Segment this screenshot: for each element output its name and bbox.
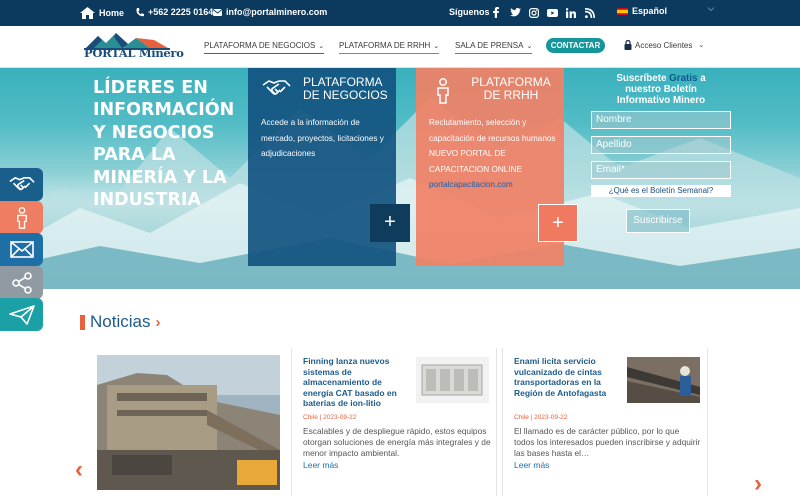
business-platform-card[interactable]: PLATAFORMA DE NEGOCIOS Accede a la infor… — [248, 68, 410, 266]
twitter-icon[interactable] — [510, 8, 521, 17]
new-portal-text: NUEVO PORTAL DE CAPACITACION ONLINE — [429, 149, 522, 174]
carousel-prev-arrow[interactable]: ‹ — [75, 456, 83, 484]
hr-platform-card[interactable]: PLATAFORMA DE RRHH Reclutamiento, selecc… — [416, 68, 578, 266]
top-bar: Home +562 2225 0164 info@portalminero.co… — [0, 0, 800, 26]
person-icon — [16, 206, 27, 229]
card-title: PLATAFORMA DE RRHH — [471, 75, 551, 102]
paper-plane-icon — [8, 304, 35, 325]
side-tab-share[interactable] — [0, 266, 43, 299]
follow-label: Síguenos — [449, 7, 490, 17]
hero-banner: LÍDERES EN INFORMACIÓN Y NEGOCIOS PARA L… — [0, 68, 800, 289]
news-excerpt: Escalables y de despliegue rápido, estos… — [303, 426, 491, 458]
news-excerpt: El llamado es de carácter público, por l… — [514, 426, 701, 458]
envelope-icon — [213, 8, 222, 16]
news-thumbnail[interactable] — [627, 357, 700, 403]
youtube-icon[interactable] — [547, 9, 558, 17]
nav-plataforma-negocios[interactable]: PLATAFORMA DE NEGOCIOS ⌄ — [204, 41, 325, 54]
newsletter-title: Suscríbete Gratis a nuestro Boletín Info… — [616, 73, 706, 106]
language-selector[interactable]: Español — [617, 6, 667, 16]
handshake-icon — [262, 80, 291, 95]
logo-text: PORTAL Minero — [84, 46, 184, 60]
email-input[interactable]: Email* — [591, 161, 731, 179]
section-accent-bar — [80, 314, 85, 330]
side-tab-rrhh[interactable] — [0, 201, 43, 234]
featured-news-image[interactable] — [97, 355, 280, 490]
home-icon — [80, 7, 95, 19]
handshake-icon — [8, 176, 35, 190]
nav-plataforma-rrhh[interactable]: PLATAFORMA DE RRHH ⌄ — [339, 41, 440, 54]
nav-sala-prensa[interactable]: SALA DE PRENSA ⌄ — [455, 41, 533, 54]
carousel-next-arrow[interactable]: › — [754, 470, 762, 496]
news-card[interactable]: Finning lanza nuevos sistemas de almacen… — [291, 348, 497, 496]
home-label: Home — [99, 8, 125, 18]
language-label: Español — [632, 6, 668, 16]
side-tab-send[interactable] — [0, 298, 43, 331]
nav-label: PLATAFORMA DE NEGOCIOS — [204, 41, 316, 50]
chevron-down-icon: ⌄ — [526, 43, 533, 50]
surname-input[interactable]: Apellido — [591, 136, 731, 154]
expand-plus-button[interactable]: + — [538, 204, 578, 242]
chevron-down-icon[interactable] — [707, 6, 715, 12]
portal-minero-logo[interactable]: PORTAL Minero — [84, 32, 184, 64]
name-input[interactable]: Nombre — [591, 111, 731, 129]
phone-icon — [136, 7, 144, 16]
read-more-link[interactable]: Leer más — [514, 460, 549, 470]
read-more-link[interactable]: Leer más — [303, 460, 338, 470]
email-address: info@portalminero.com — [226, 7, 328, 17]
card-description: Accede a la información de mercado, proy… — [261, 118, 384, 158]
expand-plus-button[interactable]: + — [370, 204, 410, 242]
site-header: PORTAL Minero PLATAFORMA DE NEGOCIOS ⌄ PL… — [0, 26, 800, 68]
share-icon — [11, 271, 32, 294]
news-thumbnail[interactable] — [416, 357, 489, 403]
phone-number: +562 2225 0164 — [148, 7, 214, 17]
client-access-link[interactable]: Acceso Clientes ⌄ — [624, 40, 704, 50]
person-icon — [437, 78, 449, 104]
linkedin-icon[interactable] — [566, 8, 576, 18]
envelope-icon — [9, 241, 34, 258]
news-heading[interactable]: Noticias — [90, 312, 150, 332]
news-meta: Chile | 2023-09-22 — [303, 414, 357, 421]
chevron-down-icon: ⌄ — [698, 42, 705, 49]
news-title[interactable]: Finning lanza nuevos sistemas de almacen… — [303, 356, 409, 409]
newsletter-info-link[interactable]: ¿Qué es el Boletín Semanal? — [591, 185, 731, 197]
instagram-icon[interactable] — [529, 8, 539, 18]
card-title: PLATAFORMA DE NEGOCIOS — [303, 75, 388, 102]
chevron-down-icon: ⌄ — [318, 43, 325, 50]
card-description: Reclutamiento, selección y capacitación … — [429, 115, 557, 193]
nav-label: PLATAFORMA DE RRHH — [339, 41, 431, 50]
facebook-icon[interactable] — [493, 7, 499, 18]
home-link[interactable]: Home — [80, 7, 124, 19]
nav-label: SALA DE PRENSA — [455, 41, 524, 50]
lock-icon — [624, 40, 632, 50]
news-card[interactable]: Enami licita servicio vulcanizado de cin… — [502, 348, 708, 496]
spain-flag-icon — [617, 7, 628, 15]
chevron-right-icon[interactable]: › — [155, 314, 160, 331]
chevron-down-icon: ⌄ — [433, 43, 440, 50]
side-tab-email[interactable] — [0, 233, 43, 266]
email-link[interactable]: info@portalminero.com — [213, 7, 327, 17]
contact-button[interactable]: CONTACTAR — [546, 38, 605, 53]
subscribe-button[interactable]: Suscribirse — [626, 209, 690, 233]
hero-title: LÍDERES EN INFORMACIÓN Y NEGOCIOS PARA L… — [93, 78, 235, 211]
side-tab-negocios[interactable] — [0, 168, 43, 201]
capacitacion-link[interactable]: portalcapacitacion.com — [429, 177, 557, 193]
rss-icon[interactable] — [585, 8, 595, 18]
access-label: Acceso Clientes — [635, 40, 693, 50]
news-meta: Chile | 2023-09-22 — [514, 414, 568, 421]
news-title[interactable]: Enami licita servicio vulcanizado de cin… — [514, 356, 620, 398]
news-section-header: Noticias › — [80, 312, 160, 332]
phone-link[interactable]: +562 2225 0164 — [136, 7, 213, 17]
